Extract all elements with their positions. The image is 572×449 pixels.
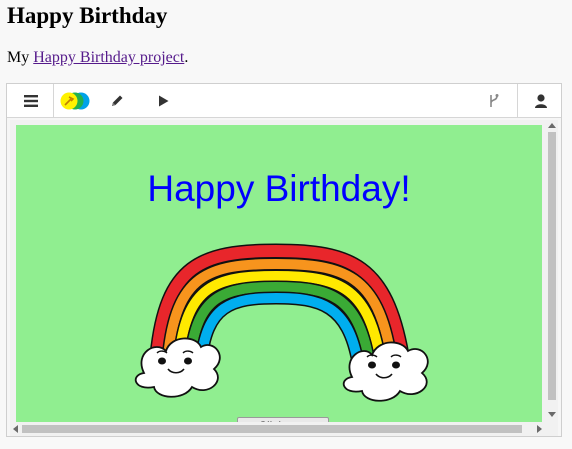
account-button[interactable] [527,84,555,117]
project-viewport: Happy Birthday! [10,120,558,436]
scroll-up-icon[interactable] [548,123,556,128]
intro-suffix: . [184,49,189,66]
branch-icon [490,93,499,107]
scroll-down-icon[interactable] [548,412,556,417]
app-logo-icon [60,92,90,109]
rainbow-illustration [134,243,429,402]
intro-paragraph: My Happy Birthday project. [7,47,188,69]
menu-icon [24,94,38,107]
app-logo-button[interactable] [58,84,92,117]
toolbar-divider [53,84,54,117]
project-stage: Happy Birthday! [16,125,542,425]
cloud-left [134,337,221,398]
run-button[interactable] [149,84,177,117]
remix-button[interactable] [483,84,505,117]
project-toolbar [7,84,561,118]
menu-button[interactable] [15,84,47,117]
play-icon [159,95,169,106]
pencil-icon [112,95,123,106]
project-link[interactable]: Happy Birthday project [33,49,184,66]
page-title: Happy Birthday [7,3,168,28]
toolbar-divider [517,84,518,117]
scroll-left-icon[interactable] [13,425,18,433]
edit-button[interactable] [103,84,131,117]
intro-prefix: My [7,49,34,66]
vertical-scrollbar[interactable] [546,120,558,422]
embedded-project-frame: Happy Birthday! [6,83,562,437]
horizontal-scrollbar[interactable] [10,422,546,436]
user-icon [535,93,547,108]
vertical-scroll-thumb[interactable] [548,132,556,400]
horizontal-scroll-thumb[interactable] [22,425,522,433]
scroll-right-icon[interactable] [537,425,542,433]
